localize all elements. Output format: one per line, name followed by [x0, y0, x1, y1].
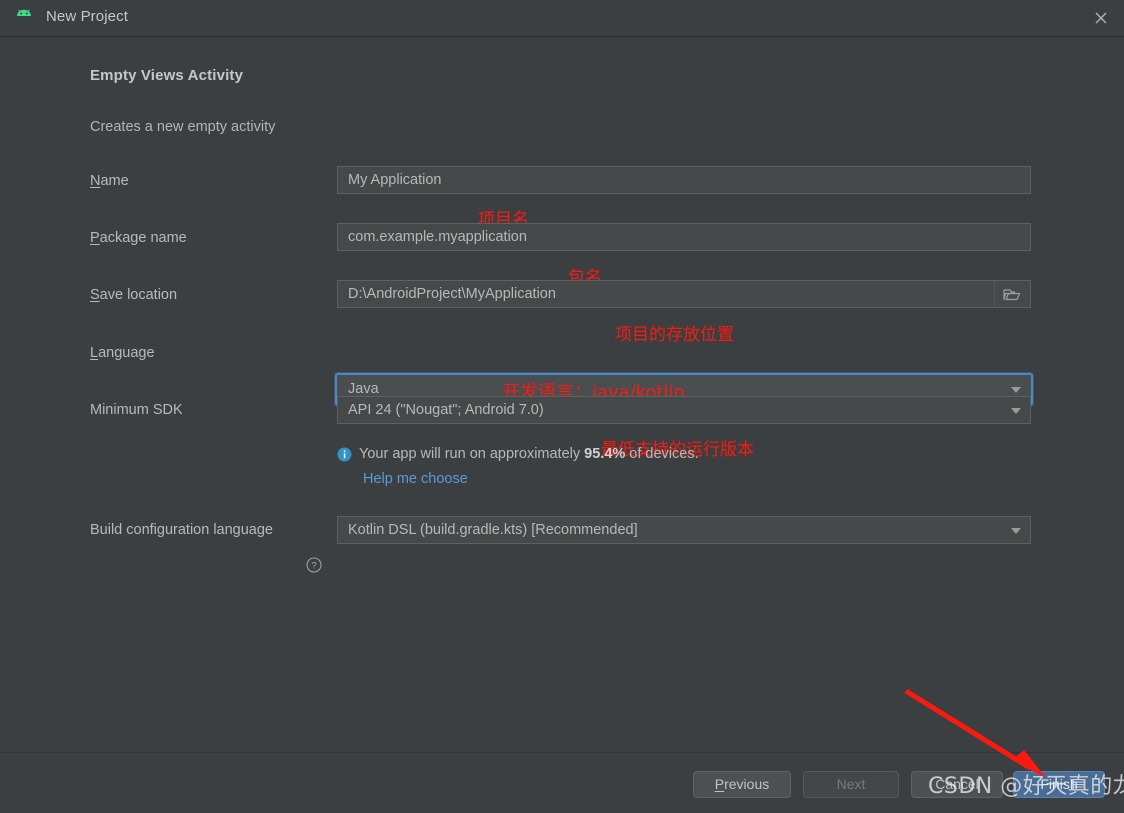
chevron-down-icon [1011, 408, 1021, 414]
info-icon [337, 447, 352, 462]
label-language-rest: anguage [98, 345, 155, 361]
sdk-coverage-suffix: of devices. [625, 446, 699, 462]
build-config-language-select[interactable]: Kotlin DSL (build.gradle.kts) [Recommend… [337, 516, 1031, 544]
chevron-down-icon [1011, 387, 1021, 393]
dialog-content: Empty Views Activity Creates a new empty… [0, 37, 1124, 752]
sdk-coverage-text: Your app will run on approximately 95.4%… [359, 446, 699, 462]
save-location-input-value: D:\AndroidProject\MyApplication [348, 286, 556, 302]
package-name-input[interactable]: com.example.myapplication [337, 223, 1031, 251]
folder-icon[interactable] [994, 282, 1029, 308]
sdk-coverage-percentage: 95.4% [584, 446, 626, 462]
previous-button-mnemonic: P [714, 776, 725, 792]
label-package-rest: ackage name [99, 230, 187, 246]
label-package-mnemonic: P [90, 230, 100, 246]
chevron-down-icon [1011, 528, 1021, 534]
android-robot-icon [14, 9, 34, 27]
label-language: Language [90, 345, 155, 361]
minimum-sdk-select-value: API 24 ("Nougat"; Android 7.0) [348, 402, 544, 418]
help-me-choose-link[interactable]: Help me choose [363, 471, 468, 487]
minimum-sdk-select[interactable]: API 24 ("Nougat"; Android 7.0) [337, 396, 1031, 424]
window-title-bar: New Project [0, 0, 1124, 37]
dialog-button-bar: Previous Next Cancel Finish [0, 752, 1124, 813]
question-mark-icon[interactable]: ? [306, 557, 322, 573]
label-save-mnemonic: S [90, 287, 100, 303]
build-config-language-select-value: Kotlin DSL (build.gradle.kts) [Recommend… [348, 522, 638, 538]
label-name: Name [90, 173, 129, 189]
page-subtitle: Creates a new empty activity [90, 119, 276, 135]
label-save-rest: ave location [99, 287, 178, 303]
label-build-config-language: Build configuration language [90, 522, 273, 538]
label-language-mnemonic: L [90, 345, 99, 361]
window-title: New Project [46, 8, 128, 25]
annotation-save-location: 项目的存放位置 [615, 325, 734, 345]
package-name-input-value: com.example.myapplication [348, 229, 527, 245]
label-name-mnemonic: N [90, 173, 101, 189]
page-title: Empty Views Activity [90, 67, 244, 84]
name-input[interactable]: My Application [337, 166, 1031, 194]
save-location-input[interactable]: D:\AndroidProject\MyApplication [337, 280, 1031, 308]
close-icon[interactable] [1090, 7, 1112, 29]
name-input-value: My Application [348, 172, 442, 188]
label-minimum-sdk: Minimum SDK [90, 402, 183, 418]
label-save-location: Save location [90, 287, 177, 303]
label-package-name: Package name [90, 230, 187, 246]
previous-button[interactable]: Previous [693, 771, 791, 798]
svg-text:?: ? [311, 561, 316, 572]
finish-button[interactable]: Finish [1013, 771, 1105, 798]
next-button[interactable]: Next [803, 771, 899, 798]
language-select-value: Java [348, 381, 379, 397]
sdk-coverage-prefix: Your app will run on approximately [359, 446, 585, 462]
previous-button-rest: revious [724, 776, 770, 792]
label-name-rest: ame [100, 173, 129, 189]
cancel-button[interactable]: Cancel [911, 771, 1003, 798]
